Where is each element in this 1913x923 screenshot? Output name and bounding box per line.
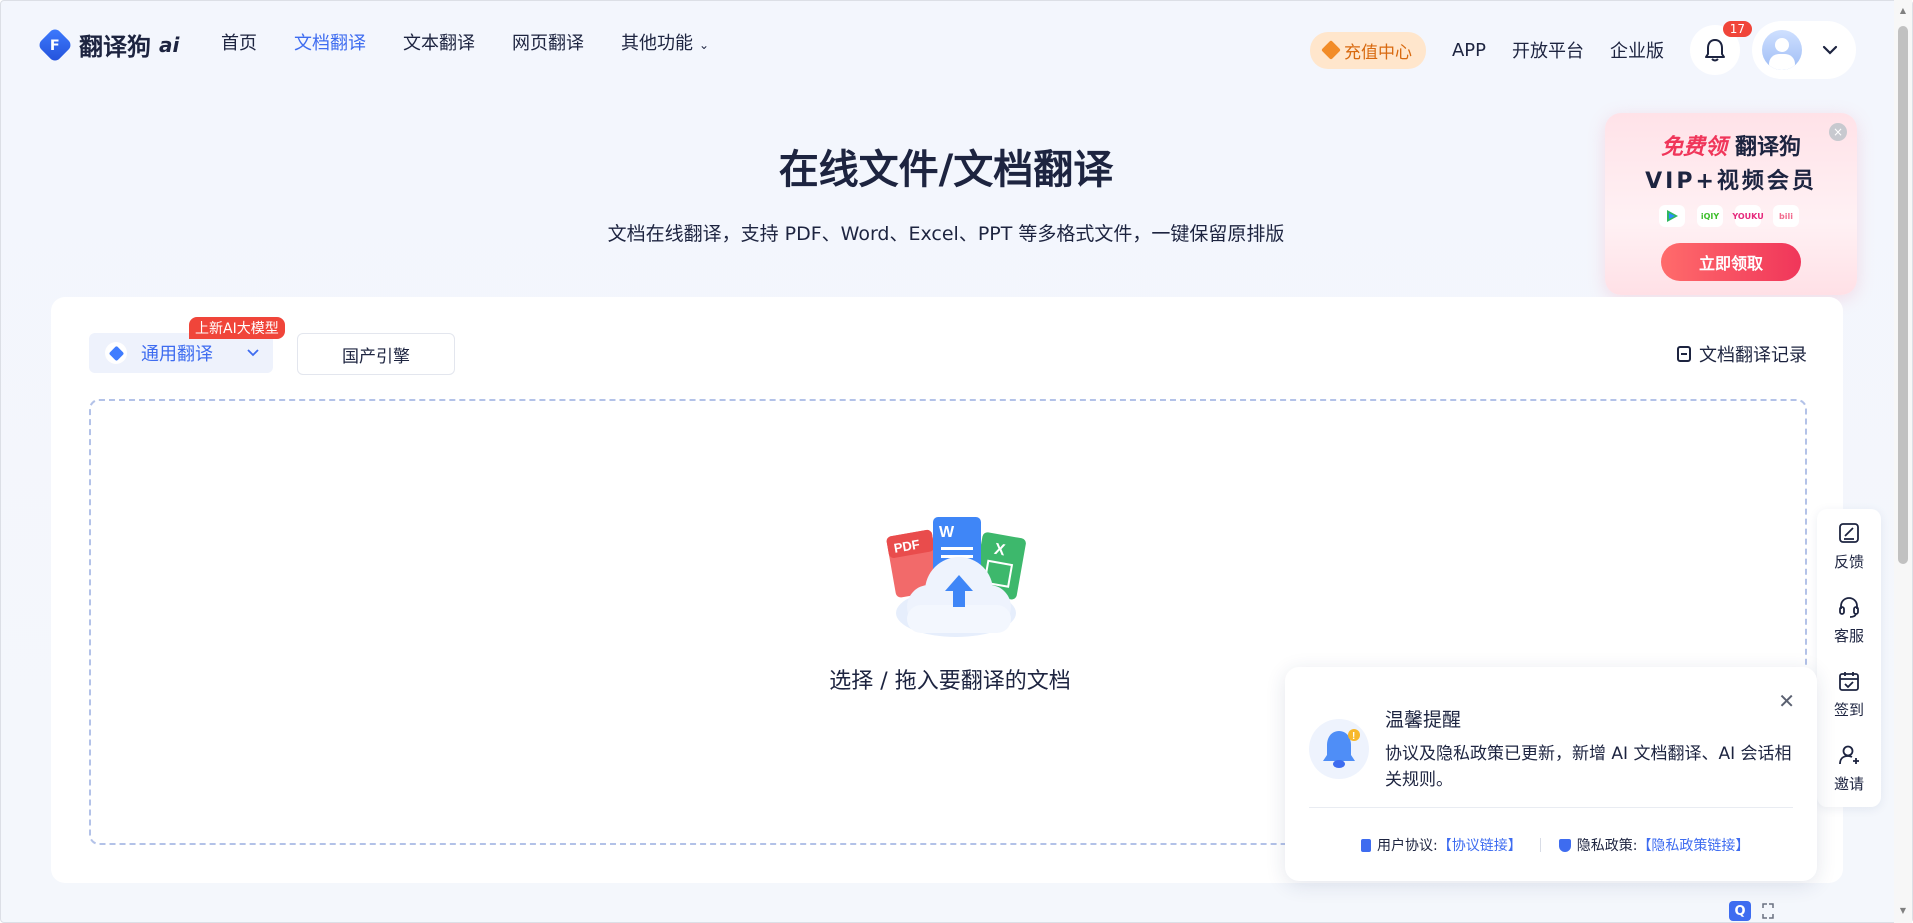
nav-web-translate[interactable]: 网页翻译 — [512, 29, 584, 55]
logo-ai-text: ai — [159, 32, 180, 57]
promo-partner-icons: iQIY YOUKU bili — [1659, 205, 1799, 227]
notice-links: 用户协议: 【协议链接】 隐私政策: 【隐私政策链接】 — [1361, 835, 1749, 855]
invite-user-icon — [1839, 745, 1859, 764]
user-agreement-link[interactable]: 【协议链接】 — [1438, 835, 1522, 855]
bell-icon — [1705, 39, 1725, 62]
notification-badge: 17 — [1722, 21, 1752, 37]
document-list-icon — [1677, 346, 1691, 362]
promo-banner[interactable]: × 免费领 翻译狗 VIP+视频会员 iQIY YOUKU bili 立即领取 — [1605, 113, 1857, 295]
nav-text-translate[interactable]: 文本翻译 — [403, 29, 475, 55]
scroll-up-icon[interactable]: ▲ — [1898, 6, 1908, 15]
chevron-down-icon — [247, 349, 259, 357]
logo-mark-icon: F — [36, 26, 74, 63]
checkin-button[interactable]: 签到 — [1817, 657, 1881, 731]
notice-body: 协议及隐私政策已更新，新增 AI 文档翻译、AI 会话相关规则。 — [1385, 744, 1792, 790]
open-platform-link[interactable]: 开放平台 — [1512, 37, 1584, 63]
app-link[interactable]: APP — [1452, 40, 1486, 61]
records-label: 文档翻译记录 — [1699, 345, 1807, 366]
scroll-down-icon[interactable]: ▼ — [1898, 906, 1908, 915]
feedback-icon — [1839, 522, 1859, 543]
chevron-down-icon: ⌄ — [699, 38, 710, 52]
page-frame: F 翻译狗 ai 首页 文档翻译 文本翻译 网页翻译 其他功能 ⌄ 充值中心 AP… — [0, 0, 1913, 923]
recharge-label: 充值中心 — [1343, 42, 1412, 63]
customer-service-label: 客服 — [1833, 626, 1864, 645]
enterprise-link[interactable]: 企业版 — [1610, 37, 1664, 63]
customer-service-button[interactable]: 客服 — [1817, 583, 1881, 657]
nav-document-translate[interactable]: 文档翻译 — [294, 29, 366, 55]
nav-other-features-label: 其他功能 — [621, 33, 693, 54]
user-menu[interactable] — [1752, 21, 1856, 79]
divider — [1309, 807, 1793, 808]
side-toolbar: 反馈 客服 签到 邀请 — [1817, 509, 1881, 807]
main-nav: 首页 文档翻译 文本翻译 网页翻译 其他功能 ⌄ — [221, 29, 709, 55]
header-right: 充值中心 APP 开放平台 企业版 17 — [1309, 21, 1856, 79]
user-agreement-label: 用户协议: — [1377, 838, 1438, 854]
logo-text: 翻译狗 — [79, 33, 151, 61]
diamond-icon — [1321, 40, 1341, 60]
word-label: W — [939, 524, 955, 541]
svg-text:!: ! — [1352, 731, 1355, 742]
privacy-policy-label: 隐私政策: — [1576, 838, 1638, 854]
invite-button[interactable]: 邀请 — [1817, 731, 1881, 805]
domestic-engine-button[interactable]: 国产引擎 — [297, 333, 455, 375]
tencent-video-icon — [1659, 205, 1685, 227]
recharge-button[interactable]: 充值中心 — [1309, 31, 1426, 69]
upload-cloud-icon: PDF X W — [886, 517, 1026, 637]
avatar — [1762, 30, 1802, 70]
notice-title: 温馨提醒 — [1385, 709, 1462, 731]
floating-mini-tools: Q — [1729, 901, 1775, 921]
notice-popup: ✕ ! 温馨提醒 协议及隐私政策已更新，新增 AI 文档翻译、AI 会话相关规则… — [1285, 667, 1817, 881]
promo-brand: 翻译狗 — [1735, 135, 1802, 160]
bell-icon: ! — [1309, 719, 1369, 779]
engine-select[interactable]: 通用翻译 — [89, 333, 273, 373]
engine-select-label: 通用翻译 — [141, 344, 213, 365]
headset-icon — [1839, 596, 1859, 618]
new-ai-model-badge: 上新AI大模型 — [189, 317, 285, 339]
notification-button[interactable]: 17 — [1690, 21, 1752, 75]
shield-icon — [1558, 838, 1571, 852]
feedback-button[interactable]: 反馈 — [1817, 509, 1881, 583]
feedback-label: 反馈 — [1833, 552, 1864, 571]
logo[interactable]: F 翻译狗 ai — [36, 26, 180, 63]
checkin-label: 签到 — [1833, 700, 1864, 719]
iqiyi-icon: iQIY — [1697, 205, 1723, 227]
header: F 翻译狗 ai 首页 文档翻译 文本翻译 网页翻译 其他功能 ⌄ 充值中心 AP… — [1, 1, 1912, 83]
claim-now-button[interactable]: 立即领取 — [1661, 243, 1801, 281]
chevron-down-icon — [1822, 45, 1838, 55]
translation-records-link[interactable]: 文档翻译记录 — [1677, 341, 1807, 367]
promo-headline: 免费领 翻译狗 — [1605, 129, 1857, 161]
scrollbar-thumb[interactable] — [1898, 26, 1908, 564]
promo-highlight: 免费领 — [1660, 135, 1727, 160]
bilibili-icon: bili — [1773, 205, 1799, 227]
expand-icon[interactable] — [1761, 902, 1775, 920]
close-icon[interactable]: ✕ — [1778, 689, 1795, 713]
youku-icon: YOUKU — [1732, 205, 1764, 227]
promo-subline: VIP+视频会员 — [1645, 169, 1817, 194]
engine-logo-icon — [105, 342, 127, 364]
invite-label: 邀请 — [1833, 774, 1864, 793]
calendar-check-icon — [1839, 671, 1859, 691]
divider — [1539, 838, 1541, 852]
nav-other-features[interactable]: 其他功能 ⌄ — [621, 29, 709, 55]
document-icon — [1361, 838, 1371, 852]
search-icon[interactable]: Q — [1729, 901, 1751, 921]
nav-home[interactable]: 首页 — [221, 29, 257, 55]
privacy-policy-link[interactable]: 【隐私政策链接】 — [1637, 835, 1749, 855]
